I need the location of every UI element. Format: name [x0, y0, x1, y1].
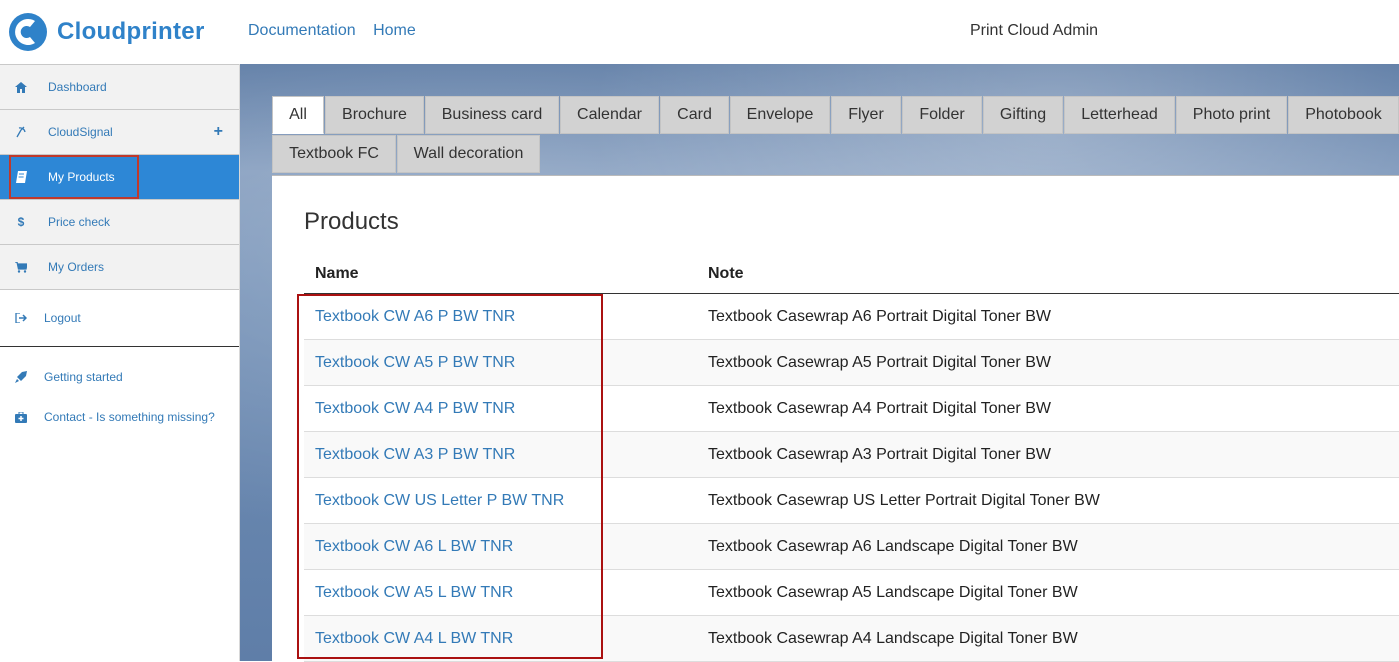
- tab-envelope[interactable]: Envelope: [730, 96, 830, 134]
- logout-label: Logout: [44, 311, 81, 325]
- brand-logo[interactable]: Cloudprinter: [8, 10, 205, 54]
- add-cloudsignal-icon[interactable]: +: [214, 123, 223, 141]
- sign-out-icon: [14, 311, 28, 325]
- cart-icon: [14, 260, 28, 274]
- cloudprinter-logo-icon: [9, 13, 47, 51]
- sidebar-item-label: My Products: [48, 170, 115, 184]
- admin-title: Print Cloud Admin: [970, 22, 1099, 39]
- sidebar-item-label: Dashboard: [48, 80, 107, 94]
- tab-card[interactable]: Card: [660, 96, 729, 134]
- table-row: Textbook CW A4 P BW TNR Textbook Casewra…: [304, 386, 1399, 432]
- product-name-link[interactable]: Textbook CW A3 P BW TNR: [315, 446, 515, 464]
- brand-name: Cloudprinter: [57, 18, 205, 45]
- home-icon: [14, 80, 28, 94]
- table-row: Textbook CW A5 L BW TNR Textbook Casewra…: [304, 570, 1399, 616]
- sidebar-item-label: Price check: [48, 215, 111, 229]
- tab-all[interactable]: All: [272, 96, 324, 134]
- documentation-link[interactable]: Documentation: [248, 22, 356, 39]
- signal-icon: [14, 125, 28, 139]
- table-row: Textbook CW US Letter P BW TNR Textbook …: [304, 478, 1399, 524]
- help-label: Contact - Is something missing?: [44, 410, 215, 424]
- dollar-icon: $: [17, 215, 25, 229]
- product-note: Textbook Casewrap A3 Portrait Digital To…: [708, 445, 1051, 463]
- product-name-link[interactable]: Textbook CW A4 L BW TNR: [315, 630, 513, 648]
- sidebar-item-dashboard[interactable]: Dashboard: [0, 64, 239, 109]
- tab-business-card[interactable]: Business card: [425, 96, 559, 134]
- table-row: Textbook CW A6 P BW TNR Textbook Casewra…: [304, 294, 1399, 340]
- product-name-link[interactable]: Textbook CW A6 L BW TNR: [315, 538, 513, 556]
- product-name-link[interactable]: Textbook CW A6 P BW TNR: [315, 308, 515, 326]
- table-row: Textbook CW A6 L BW TNR Textbook Casewra…: [304, 524, 1399, 570]
- tab-folder[interactable]: Folder: [902, 96, 982, 134]
- tab-flyer[interactable]: Flyer: [831, 96, 901, 134]
- home-link[interactable]: Home: [373, 22, 416, 39]
- medkit-icon: [14, 410, 28, 424]
- sidebar-item-contact[interactable]: Contact - Is something missing?: [0, 397, 239, 437]
- sidebar-item-price-check[interactable]: $ Price check: [0, 199, 239, 244]
- product-note: Textbook Casewrap A4 Landscape Digital T…: [708, 629, 1078, 647]
- column-header-note: Note: [708, 265, 744, 282]
- column-header-name: Name: [315, 265, 359, 282]
- rocket-icon: [14, 370, 28, 384]
- page-title: Products: [304, 208, 399, 235]
- tab-textbook-fc[interactable]: Textbook FC: [272, 135, 396, 173]
- sidebar: Dashboard CloudSignal + My Products $ Pr…: [0, 64, 240, 661]
- top-header: Cloudprinter Documentation Home Print Cl…: [0, 0, 1399, 64]
- product-name-link[interactable]: Textbook CW A5 L BW TNR: [315, 584, 513, 602]
- tab-calendar[interactable]: Calendar: [560, 96, 659, 134]
- sidebar-item-logout[interactable]: Logout: [0, 289, 239, 347]
- table-row: Textbook CW A3 P BW TNR Textbook Casewra…: [304, 432, 1399, 478]
- tab-photo-print[interactable]: Photo print: [1176, 96, 1287, 134]
- sidebar-item-my-products[interactable]: My Products: [0, 154, 239, 199]
- tab-photobook[interactable]: Photobook: [1288, 96, 1399, 134]
- table-row: Textbook CW A4 L BW TNR Textbook Casewra…: [304, 616, 1399, 662]
- product-name-link[interactable]: Textbook CW US Letter P BW TNR: [315, 492, 564, 510]
- table-row: Textbook CW A5 P BW TNR Textbook Casewra…: [304, 340, 1399, 386]
- product-note: Textbook Casewrap US Letter Portrait Dig…: [708, 491, 1100, 509]
- book-icon: [14, 170, 28, 184]
- product-name-link[interactable]: Textbook CW A4 P BW TNR: [315, 400, 515, 418]
- sidebar-item-label: My Orders: [48, 260, 105, 274]
- products-panel: Products Name Note Textbook CW A6 P BW T…: [272, 175, 1399, 662]
- product-note: Textbook Casewrap A6 Portrait Digital To…: [708, 307, 1051, 325]
- tab-wall-decoration[interactable]: Wall decoration: [397, 135, 540, 173]
- sidebar-item-my-orders[interactable]: My Orders: [0, 244, 239, 289]
- sidebar-item-label: CloudSignal: [48, 125, 113, 139]
- help-label: Getting started: [44, 370, 123, 384]
- tab-gifting[interactable]: Gifting: [983, 96, 1063, 134]
- product-note: Textbook Casewrap A5 Portrait Digital To…: [708, 353, 1051, 371]
- product-note: Textbook Casewrap A5 Landscape Digital T…: [708, 583, 1078, 601]
- product-note: Textbook Casewrap A6 Landscape Digital T…: [708, 537, 1078, 555]
- product-name-link[interactable]: Textbook CW A5 P BW TNR: [315, 354, 515, 372]
- tab-letterhead[interactable]: Letterhead: [1064, 96, 1175, 134]
- top-nav: Documentation Home: [248, 22, 429, 40]
- tab-brochure[interactable]: Brochure: [325, 96, 424, 134]
- sidebar-item-getting-started[interactable]: Getting started: [0, 357, 239, 397]
- sidebar-item-cloudsignal[interactable]: CloudSignal +: [0, 109, 239, 154]
- product-note: Textbook Casewrap A4 Portrait Digital To…: [708, 399, 1051, 417]
